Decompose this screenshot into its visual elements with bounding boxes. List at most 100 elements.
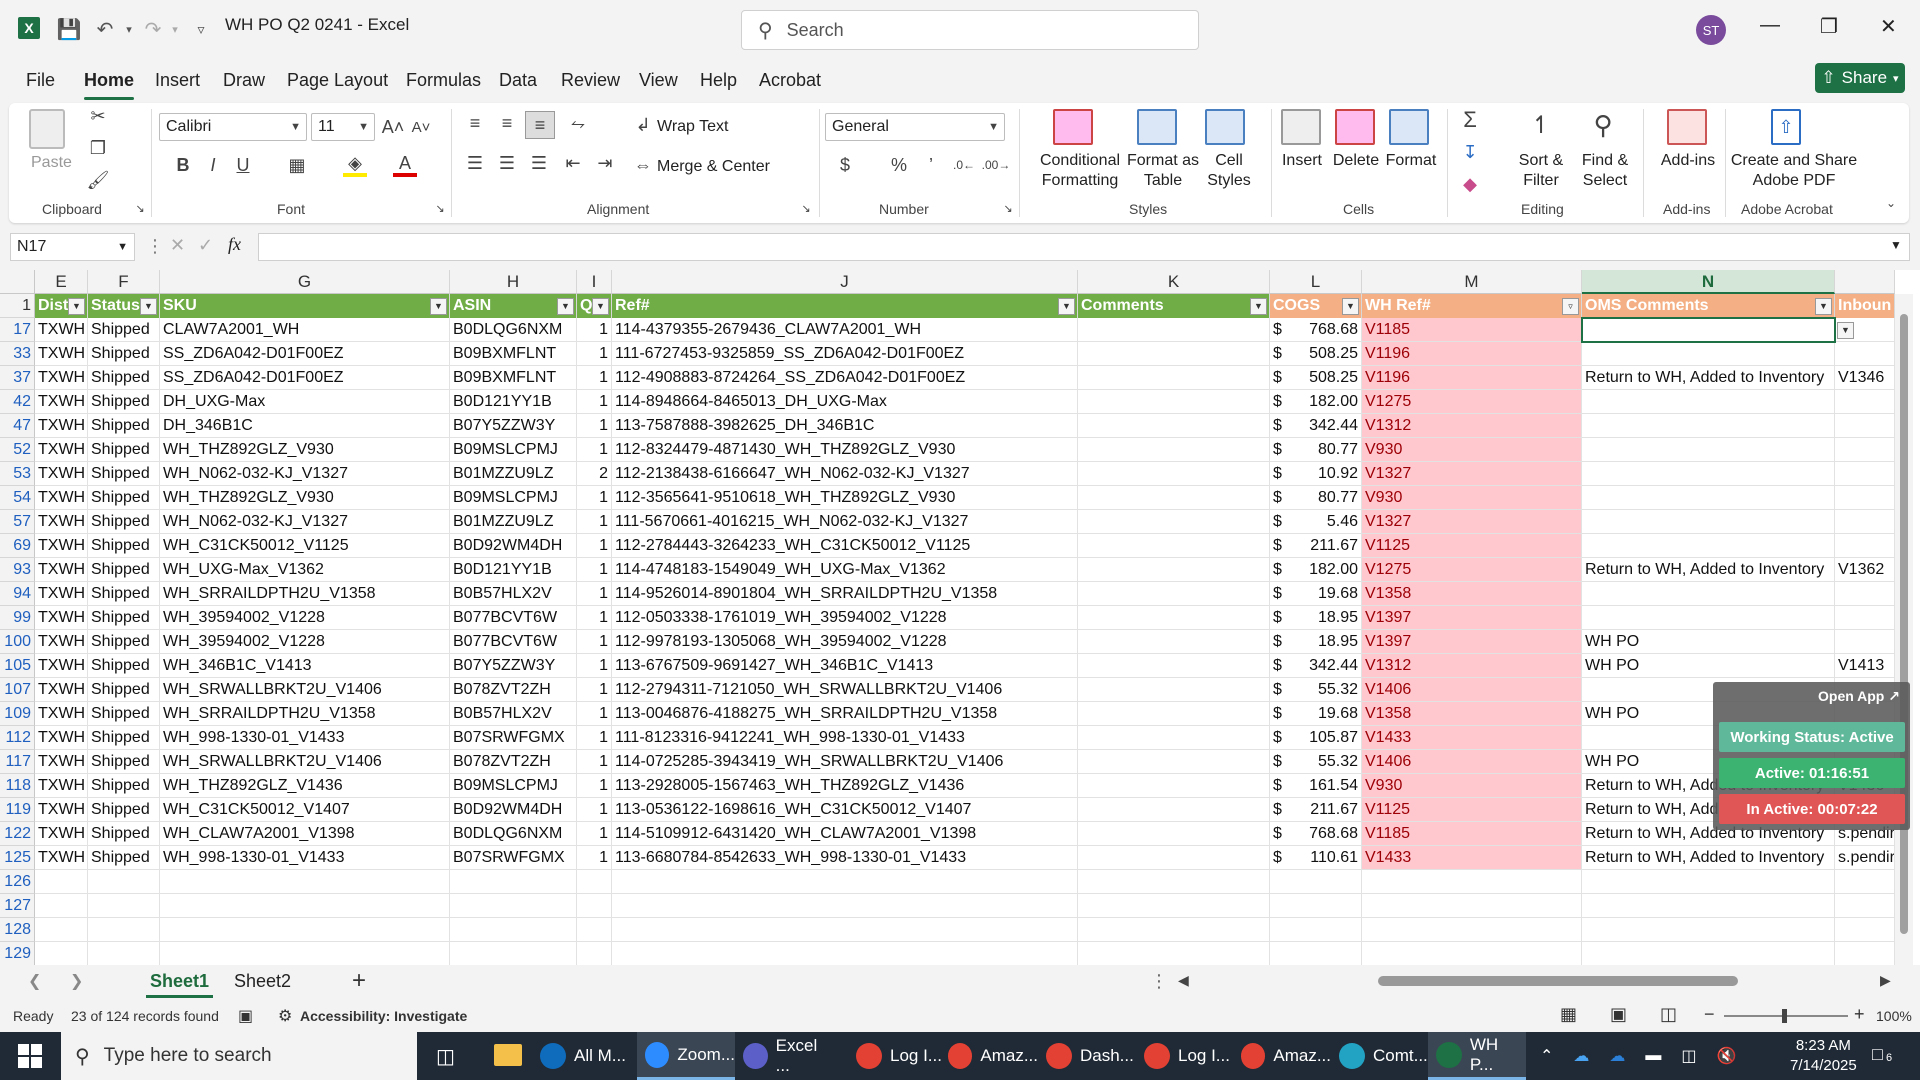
align-top-icon[interactable]: ≡	[463, 111, 487, 135]
cell-f[interactable]: Shipped	[88, 654, 160, 678]
tab-sheet2[interactable]: Sheet2	[234, 971, 291, 992]
cell-n[interactable]: Return to WH, Added to Inventory	[1582, 558, 1835, 582]
cell-e[interactable]: TXWH	[35, 702, 88, 726]
cell-j[interactable]: 114-5109912-6431420_WH_CLAW7A2001_V1398	[612, 822, 1078, 846]
cell-o[interactable]: s.pendir	[1835, 846, 1895, 870]
find-select-button[interactable]: Find & Select	[1575, 151, 1635, 191]
cell-o[interactable]	[1835, 630, 1895, 654]
expand-formula-icon[interactable]: ▼	[1890, 238, 1902, 252]
orientation-icon[interactable]: ⥊	[563, 111, 593, 135]
row-header[interactable]: 33	[0, 342, 35, 366]
cell-m[interactable]: V1125	[1362, 798, 1582, 822]
cell-empty[interactable]	[35, 870, 88, 894]
cell-h[interactable]: B01MZZU9LZ	[450, 462, 577, 486]
taskbar-app-teams[interactable]: Excel ...	[735, 1032, 833, 1080]
cell-g[interactable]: WH_C31CK50012_V1125	[160, 534, 450, 558]
clock[interactable]: 8:23 AM 7/14/2025	[1790, 1036, 1857, 1076]
font-color-icon[interactable]: A	[393, 153, 417, 177]
column-header-f[interactable]: F	[88, 270, 160, 294]
header-cell[interactable]: OMS Comments	[1582, 294, 1835, 318]
row-header[interactable]: 128	[0, 918, 35, 942]
cell-empty[interactable]	[1582, 918, 1835, 942]
column-header-e[interactable]: E	[35, 270, 88, 294]
cell-e[interactable]: TXWH	[35, 750, 88, 774]
alignment-launcher-icon[interactable]: ↘	[799, 201, 813, 215]
cell-empty[interactable]	[1362, 894, 1582, 918]
cell-f[interactable]: Shipped	[88, 558, 160, 582]
currency-icon[interactable]: $	[833, 153, 857, 177]
format-painter-icon[interactable]: 🖌	[87, 169, 110, 191]
undo-icon[interactable]: ↶	[92, 16, 118, 42]
cell-n[interactable]	[1582, 342, 1835, 366]
cell-j[interactable]: 112-2138438-6166647_WH_N062-032-KJ_V1327	[612, 462, 1078, 486]
cell-empty[interactable]	[1582, 942, 1835, 965]
row-header[interactable]: 69	[0, 534, 35, 558]
format-cells-button[interactable]: Format	[1383, 151, 1439, 171]
task-view-icon[interactable]: ◫	[436, 1044, 455, 1069]
cell-k[interactable]	[1078, 846, 1270, 870]
font-name-combo[interactable]: Calibri ▼	[159, 113, 307, 141]
insert-function-icon[interactable]: fx	[228, 234, 241, 255]
cell-empty[interactable]	[35, 918, 88, 942]
cell-empty[interactable]	[1582, 870, 1835, 894]
cell-h[interactable]: B077BCVT6W	[450, 606, 577, 630]
create-share-pdf-button[interactable]: Create and Share Adobe PDF	[1729, 151, 1859, 191]
cell-l[interactable]: $10.92	[1270, 462, 1362, 486]
cell-empty[interactable]	[577, 894, 612, 918]
cell-empty[interactable]	[88, 942, 160, 965]
avatar[interactable]: ST	[1696, 15, 1726, 45]
working-status-button[interactable]: Working Status: Active	[1719, 722, 1905, 752]
tab-page-layout[interactable]: Page Layout	[287, 70, 388, 91]
cell-empty[interactable]	[88, 894, 160, 918]
column-header-j[interactable]: J	[612, 270, 1078, 294]
cell-o[interactable]	[1835, 414, 1895, 438]
taskbar-app-chrome[interactable]: Dash...	[1038, 1032, 1136, 1080]
cell-g[interactable]: WH_THZ892GLZ_V930	[160, 486, 450, 510]
cell-g[interactable]: WH_39594002_V1228	[160, 630, 450, 654]
cell-g[interactable]: WH_SRRAILDPTH2U_V1358	[160, 702, 450, 726]
cell-k[interactable]	[1078, 510, 1270, 534]
cell-f[interactable]: Shipped	[88, 678, 160, 702]
cell-k[interactable]	[1078, 750, 1270, 774]
tab-file[interactable]: File	[26, 70, 55, 91]
cell-e[interactable]: TXWH	[35, 510, 88, 534]
increase-decimal-icon[interactable]: .0←	[951, 153, 977, 177]
cell-f[interactable]: Shipped	[88, 726, 160, 750]
zoom-in-icon[interactable]: +	[1854, 1004, 1865, 1025]
cell-o[interactable]	[1835, 510, 1895, 534]
cell-empty[interactable]	[1835, 918, 1895, 942]
row-header[interactable]: 53	[0, 462, 35, 486]
cell-k[interactable]	[1078, 486, 1270, 510]
cell-n[interactable]: Return to WH, Added to Inventory	[1582, 846, 1835, 870]
cell-empty[interactable]	[450, 918, 577, 942]
cell-empty[interactable]	[35, 942, 88, 965]
cell-h[interactable]: B078ZVT2ZH	[450, 750, 577, 774]
cell-l[interactable]: $80.77	[1270, 438, 1362, 462]
cell-e[interactable]: TXWH	[35, 846, 88, 870]
cell-l[interactable]: $768.68	[1270, 822, 1362, 846]
align-left-icon[interactable]: ☰	[463, 151, 487, 175]
taskbar-app-comtrack[interactable]: Comt...	[1331, 1032, 1429, 1080]
column-header-overflow[interactable]	[1835, 270, 1895, 294]
filter-dropdown-icon[interactable]: ▼	[68, 298, 85, 315]
cell-k[interactable]	[1078, 582, 1270, 606]
onedrive-business-icon[interactable]: ☁	[1609, 1046, 1625, 1066]
number-launcher-icon[interactable]: ↘	[1001, 201, 1015, 215]
cell-k[interactable]	[1078, 630, 1270, 654]
bold-icon[interactable]: B	[171, 153, 195, 177]
tab-review[interactable]: Review	[561, 70, 620, 91]
accessibility-status[interactable]: Accessibility: Investigate	[300, 1008, 467, 1024]
row-header[interactable]: 1	[0, 294, 35, 318]
row-header[interactable]: 126	[0, 870, 35, 894]
cell-empty[interactable]	[1270, 942, 1362, 965]
cell-h[interactable]: B07SRWFGMX	[450, 846, 577, 870]
copy-icon[interactable]: ❐	[87, 137, 109, 159]
cell-empty[interactable]	[577, 918, 612, 942]
cell-f[interactable]: Shipped	[88, 606, 160, 630]
cell-j[interactable]: 113-0046876-4188275_WH_SRRAILDPTH2U_V135…	[612, 702, 1078, 726]
cell-g[interactable]: WH_N062-032-KJ_V1327	[160, 462, 450, 486]
vertical-scroll-thumb[interactable]	[1900, 314, 1908, 934]
enter-icon[interactable]: ✓	[198, 235, 213, 256]
cell-empty[interactable]	[450, 870, 577, 894]
cell-empty[interactable]	[160, 894, 450, 918]
